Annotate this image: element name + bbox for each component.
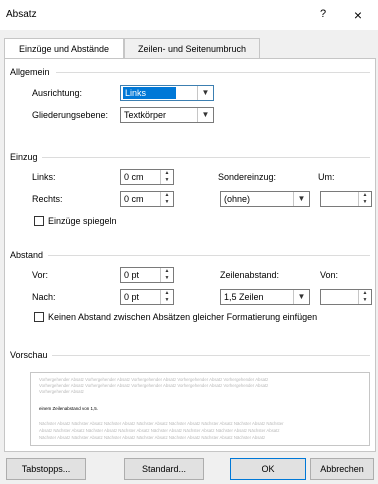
zeilenabstand-value: 1,5 Zeilen [224,292,264,302]
links-value: 0 cm [124,172,144,182]
divider [56,72,370,73]
section-heading-vorschau: Vorschau [10,350,48,360]
keinen-abstand-label: Keinen Abstand zwischen Absätzen gleiche… [48,312,318,322]
preview-next-line: Nächster Absatz Nächster Absatz Nächster… [39,421,284,426]
spin-down-icon[interactable]: ▼ [161,275,173,282]
spin-down-icon[interactable]: ▼ [161,297,173,304]
vor-label: Vor: [32,270,49,280]
dialog-title: Absatz [6,9,37,20]
chevron-down-icon: ▼ [197,108,213,122]
divider [52,355,370,356]
divider [42,157,370,158]
gliederungsebene-value: Textkörper [124,110,167,120]
spin-buttons[interactable]: ▲ ▼ [160,192,173,206]
vor-stepper[interactable]: 0 pt ▲ ▼ [120,267,174,283]
zeilenabstand-select[interactable]: 1,5 Zeilen ▼ [220,289,310,305]
spin-buttons[interactable]: ▲ ▼ [358,192,371,206]
spin-down-icon[interactable]: ▼ [161,177,173,184]
vor-value: 0 pt [124,270,140,280]
tabstopps-button[interactable]: Tabstopps... [6,458,86,480]
um-stepper[interactable]: ▲ ▼ [320,191,372,207]
von-stepper[interactable]: ▲ ▼ [320,289,372,305]
chevron-down-icon: ▼ [197,86,213,100]
standard-button[interactable]: Standard... [124,458,204,480]
tab-zeilen-und-seitenumbruch[interactable]: Zeilen- und Seitenumbruch [124,38,260,59]
gliederungsebene-select[interactable]: Textkörper ▼ [120,107,214,123]
spin-up-icon[interactable]: ▲ [161,290,173,297]
spin-up-icon[interactable]: ▲ [359,290,371,297]
rechts-label: Rechts: [32,194,63,204]
von-label: Von: [320,270,339,280]
spin-buttons[interactable]: ▲ ▼ [160,268,173,282]
ausrichtung-label: Ausrichtung: [32,88,83,98]
sondereinzug-label: Sondereinzug: [218,172,277,182]
tab-einzuege-und-abstaende[interactable]: Einzüge und Abstände [4,38,124,60]
links-label: Links: [32,172,56,182]
divider [48,255,370,256]
nach-value: 0 pt [124,292,140,302]
spin-down-icon[interactable]: ▼ [161,199,173,206]
sondereinzug-select[interactable]: (ohne) ▼ [220,191,310,207]
links-stepper[interactable]: 0 cm ▲ ▼ [120,169,174,185]
close-icon[interactable]: × [346,4,370,26]
spin-up-icon[interactable]: ▲ [161,192,173,199]
nach-stepper[interactable]: 0 pt ▲ ▼ [120,289,174,305]
einzuege-spiegeln-label: Einzüge spiegeln [48,216,117,226]
section-heading-einzug: Einzug [10,152,38,162]
einzuege-spiegeln-checkbox[interactable] [34,216,44,226]
sondereinzug-value: (ohne) [224,194,251,204]
preview-next-line: Absatz Nächster Absatz Nächster Absatz N… [39,428,280,433]
spin-up-icon[interactable]: ▲ [161,170,173,177]
ausrichtung-value: Links [123,87,177,99]
ausrichtung-select[interactable]: Links ▼ [120,85,214,101]
spin-buttons[interactable]: ▲ ▼ [160,290,173,304]
rechts-stepper[interactable]: 0 cm ▲ ▼ [120,191,174,207]
chevron-down-icon: ▼ [293,192,309,206]
keinen-abstand-checkbox[interactable] [34,312,44,322]
preview-previous-line: Vorhergehender Absatz [39,389,84,394]
chevron-down-icon: ▼ [293,290,309,304]
preview-next-line: Nächster Absatz Nächster Absatz Nächster… [39,435,266,440]
spin-down-icon[interactable]: ▼ [359,199,371,206]
abbrechen-button[interactable]: Abbrechen [310,458,374,480]
nach-label: Nach: [32,292,56,302]
preview-current-line: einem Zeilenabstand von 1,5. [39,406,99,411]
spin-up-icon[interactable]: ▲ [161,268,173,275]
preview-box: Vorhergehender Absatz Vorhergehender Abs… [30,372,370,446]
spin-up-icon[interactable]: ▲ [359,192,371,199]
help-icon[interactable]: ? [320,8,326,20]
gliederungsebene-label: Gliederungsebene: [32,110,109,120]
ok-button[interactable]: OK [230,458,306,480]
spin-down-icon[interactable]: ▼ [359,297,371,304]
zeilenabstand-label: Zeilenabstand: [220,270,280,280]
section-heading-abstand: Abstand [10,250,44,260]
spin-buttons[interactable]: ▲ ▼ [358,290,371,304]
section-heading-allgemein: Allgemein [10,67,50,77]
rechts-value: 0 cm [124,194,144,204]
spin-buttons[interactable]: ▲ ▼ [160,170,173,184]
um-label: Um: [318,172,335,182]
